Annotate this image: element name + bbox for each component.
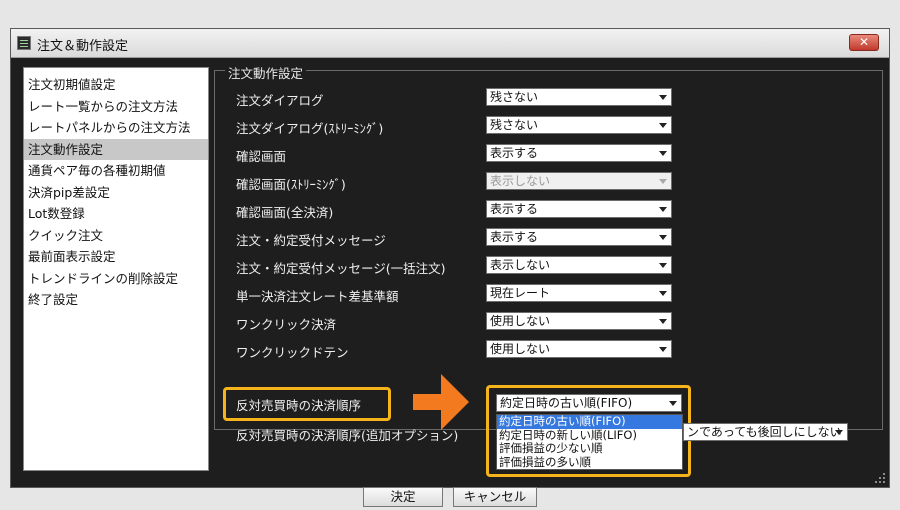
setting-select[interactable]: 使用しない <box>486 340 672 358</box>
chevron-down-icon <box>659 319 667 324</box>
settlement-order-select[interactable]: 約定日時の古い順(FIFO) <box>496 394 682 412</box>
setting-value: 現在レート <box>490 286 551 300</box>
setting-select[interactable]: 表示しない <box>486 256 672 274</box>
setting-value: 使用しない <box>490 314 551 328</box>
nav-item[interactable]: Lot数登録 <box>24 203 208 225</box>
setting-select[interactable]: 使用しない <box>486 312 672 330</box>
setting-label: 確認画面(ｽﾄﾘｰﾐﾝｸﾞ) <box>236 177 346 192</box>
chevron-down-icon <box>669 401 677 406</box>
setting-label: 確認画面(全決済) <box>236 205 334 220</box>
settings-nav-list: 注文初期値設定 レート一覧からの注文方法 レートパネルからの注文方法 注文動作設定 通貨… <box>23 67 209 471</box>
setting-value: 表示する <box>490 146 539 160</box>
group-title: 注文動作設定 <box>225 63 307 82</box>
setting-select[interactable]: 残さない <box>486 88 672 106</box>
chevron-down-icon <box>659 347 667 352</box>
setting-value: 残さない <box>490 118 539 132</box>
setting-select[interactable]: 表示する <box>486 200 672 218</box>
settlement-option-label: 反対売買時の決済順序(追加オプション) <box>236 428 459 443</box>
setting-label: 注文ダイアログ(ｽﾄﾘｰﾐﾝｸﾞ) <box>236 121 384 136</box>
dropdown-option[interactable]: 評価損益の多い順 <box>497 455 682 470</box>
settlement-option-value: ンであっても後回しにしない <box>687 425 842 439</box>
nav-item[interactable]: クイック注文 <box>24 225 208 247</box>
setting-label: 注文・約定受付メッセージ(一括注文) <box>236 261 446 276</box>
chevron-down-icon <box>659 207 667 212</box>
nav-item[interactable]: 終了設定 <box>24 289 208 311</box>
setting-select[interactable]: 表示する <box>486 144 672 162</box>
setting-value: 表示しない <box>490 174 551 188</box>
settlement-order-value: 約定日時の古い順(FIFO) <box>500 396 633 410</box>
settlement-order-dropdown-list: 約定日時の古い順(FIFO) 約定日時の新しい順(LIFO) 評価損益の少ない順 評価… <box>496 414 683 470</box>
chevron-down-icon <box>659 235 667 240</box>
nav-item[interactable]: 注文動作設定 <box>24 138 208 160</box>
setting-label: ワンクリック決済 <box>236 317 337 332</box>
chevron-down-icon <box>835 430 843 435</box>
resize-grip-icon[interactable] <box>875 473 885 483</box>
setting-label: 確認画面 <box>236 149 287 164</box>
app-icon <box>17 36 31 50</box>
chevron-down-icon <box>659 179 667 184</box>
setting-select[interactable]: 現在レート <box>486 284 672 302</box>
chevron-down-icon <box>659 263 667 268</box>
settings-dialog: 注文＆動作設定 ✕ 注文初期値設定 レート一覧からの注文方法 レートパネルからの注文… <box>10 28 890 507</box>
close-button[interactable]: ✕ <box>849 34 879 51</box>
chevron-down-icon <box>659 123 667 128</box>
nav-item[interactable]: トレンドラインの削除設定 <box>24 268 208 290</box>
dropdown-option[interactable]: 約定日時の新しい順(LIFO) <box>497 428 682 443</box>
chevron-down-icon <box>659 95 667 100</box>
setting-label: 注文ダイアログ <box>236 93 324 108</box>
setting-label: 注文・約定受付メッセージ <box>236 233 386 248</box>
ok-button[interactable]: 決定 <box>363 487 443 507</box>
nav-item[interactable]: 最前面表示設定 <box>24 246 208 268</box>
setting-value: 表示しない <box>490 258 551 272</box>
nav-item[interactable]: 決済pip差設定 <box>24 182 208 204</box>
orange-arrow-icon <box>413 374 469 430</box>
setting-label: 単一決済注文レート差基準額 <box>236 289 399 304</box>
nav-item[interactable]: レートパネルからの注文方法 <box>24 117 208 139</box>
title-bar: 注文＆動作設定 ✕ <box>11 29 889 58</box>
setting-value: 使用しない <box>490 342 551 356</box>
cancel-button[interactable]: キャンセル <box>453 487 537 507</box>
settlement-order-label: 反対売買時の決済順序 <box>236 398 362 413</box>
settlement-option-select[interactable]: ンであっても後回しにしない <box>683 423 848 441</box>
nav-item[interactable]: 注文初期値設定 <box>24 74 208 96</box>
setting-select: 表示しない <box>486 172 672 190</box>
chevron-down-icon <box>659 151 667 156</box>
setting-value: 残さない <box>490 90 539 104</box>
setting-select[interactable]: 残さない <box>486 116 672 134</box>
window-title: 注文＆動作設定 <box>37 39 129 54</box>
setting-value: 表示する <box>490 202 539 216</box>
dropdown-option[interactable]: 約定日時の古い順(FIFO) <box>497 414 682 429</box>
setting-label: ワンクリックドテン <box>236 345 349 360</box>
setting-value: 表示する <box>490 230 539 244</box>
dropdown-option[interactable]: 評価損益の少ない順 <box>497 441 682 456</box>
nav-item[interactable]: 通貨ペア毎の各種初期値 <box>24 160 208 182</box>
setting-select[interactable]: 表示する <box>486 228 672 246</box>
chevron-down-icon <box>659 291 667 296</box>
nav-item[interactable]: レート一覧からの注文方法 <box>24 96 208 118</box>
